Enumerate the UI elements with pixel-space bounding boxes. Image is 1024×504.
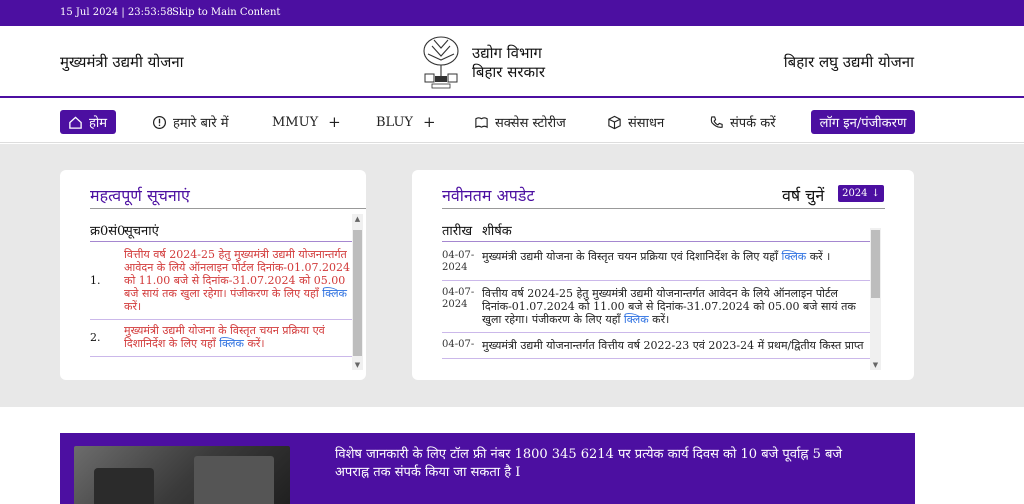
- mmuy-title-link[interactable]: मुख्यमंत्री उद्यमी योजना: [60, 52, 184, 72]
- divider: [442, 208, 885, 209]
- notices-col-notice: सूचनाएं: [124, 224, 159, 239]
- updates-list[interactable]: 04-07-2024 मुख्यमंत्री उद्यमी योजना के व…: [442, 244, 870, 370]
- update-body: मुख्यमंत्री उद्यमी योजना के विस्तृत चयन …: [482, 250, 778, 263]
- helpline-photo: [74, 446, 290, 504]
- update-text: वित्तीय वर्ष 2024-25 हेतु मुख्यमंत्री उद…: [482, 287, 870, 326]
- update-body: मुख्यमंत्री उद्यमी योजनान्तर्गत वित्तीय …: [482, 339, 864, 352]
- logo-line-government: बिहार सरकार: [472, 63, 546, 81]
- logo-text: उद्योग विभाग बिहार सरकार: [472, 44, 545, 82]
- update-click-link[interactable]: क्लिक: [781, 250, 806, 263]
- notice-text: मुख्यमंत्री उद्यमी योजना के विस्तृत चयन …: [124, 324, 352, 350]
- bihar-udyog-logo[interactable]: उद्योग विभाग बिहार सरकार: [420, 34, 555, 92]
- update-date: 04-07-: [442, 339, 475, 350]
- notice-suffix: करें।: [247, 337, 265, 350]
- notices-col-num: क्र0सं0: [90, 224, 126, 239]
- nav-resources-label: संसाधन: [628, 116, 665, 131]
- top-bar: 15 Jul 2024 | 23:53:58 Skip to Main Cont…: [0, 0, 1024, 26]
- phone-icon: [710, 115, 723, 128]
- updates-col-title: शीर्षक: [482, 224, 512, 239]
- year-select-label: वर्ष चुनें: [782, 186, 825, 205]
- update-suffix: करें।: [652, 313, 670, 326]
- arrow-down-icon: ↓: [871, 188, 880, 199]
- info-icon: [152, 115, 167, 129]
- important-notices-card: महत्वपूर्ण सूचनाएं क्र0सं0 सूचनाएं 1. वि…: [60, 170, 366, 380]
- nav-home-label: होम: [89, 116, 108, 131]
- login-register-button[interactable]: लॉग इन/पंजीकरण: [811, 110, 915, 134]
- nav-about-label: हमारे बारे में: [173, 116, 229, 131]
- divider: [90, 241, 352, 242]
- updates-title: नवीनतम अपडेट: [442, 186, 535, 205]
- list-item: 1. वित्तीय वर्ष 2024-25 हेतु मुख्यमंत्री…: [90, 244, 352, 320]
- update-date: 04-07-2024: [442, 287, 475, 310]
- helpline-text: विशेष जानकारी के लिए टॉल फ्री नंबर 1800 …: [335, 447, 843, 480]
- nav-contact-label: संपर्क करें: [730, 116, 776, 131]
- notice-body: वित्तीय वर्ष 2024-25 हेतु मुख्यमंत्री उद…: [124, 248, 350, 300]
- plus-icon: +: [328, 113, 341, 131]
- nav-about[interactable]: हमारे बारे में: [152, 110, 229, 134]
- scroll-up-arrow-icon[interactable]: ▲: [352, 214, 363, 224]
- notice-click-link[interactable]: क्लिक: [219, 337, 244, 350]
- notices-title: महत्वपूर्ण सूचनाएं: [90, 186, 190, 205]
- list-item: 04-07-2024 मुख्यमंत्री उद्यमी योजना के व…: [442, 244, 870, 281]
- year-select-value: 2024: [842, 188, 868, 199]
- logo-line-department: उद्योग विभाग: [472, 44, 542, 62]
- notice-click-link[interactable]: क्लिक: [322, 287, 347, 300]
- bluy-title-link[interactable]: बिहार लघु उद्यमी योजना: [784, 52, 914, 72]
- year-select[interactable]: 2024 ↓: [838, 185, 884, 202]
- notice-text: वित्तीय वर्ष 2024-25 हेतु मुख्यमंत्री उद…: [124, 248, 352, 313]
- update-text: मुख्यमंत्री उद्यमी योजनान्तर्गत वित्तीय …: [482, 339, 864, 352]
- divider: [442, 241, 870, 242]
- helpline-banner: विशेष जानकारी के लिए टॉल फ्री नंबर 1800 …: [60, 433, 915, 504]
- nav-bluy[interactable]: BLUY +: [376, 110, 436, 134]
- updates-scrollbar[interactable]: ▼: [870, 228, 881, 370]
- nav-home[interactable]: होम: [60, 110, 116, 134]
- scrollbar-thumb[interactable]: [871, 230, 880, 298]
- nav-success-stories[interactable]: सक्सेस स्टोरीज: [474, 110, 566, 134]
- nav-mmuy-label: MMUY: [272, 114, 319, 130]
- nav-success-label: सक्सेस स्टोरीज: [495, 116, 566, 131]
- site-header: मुख्यमंत्री उद्यमी योजना उद्योग विभाग बि…: [0, 26, 1024, 98]
- notices-scrollbar[interactable]: ▲ ▼: [352, 214, 363, 370]
- notice-suffix: करें।: [124, 300, 142, 313]
- photo-shape: [194, 456, 274, 504]
- divider: [90, 208, 366, 209]
- update-suffix: करें ।: [809, 250, 831, 263]
- list-item: 2. मुख्यमंत्री उद्यमी योजना के विस्तृत च…: [90, 320, 352, 357]
- skip-to-main-content-link[interactable]: Skip to Main Content: [172, 7, 280, 18]
- nav-bluy-label: BLUY: [376, 114, 414, 130]
- latest-updates-card: नवीनतम अपडेट वर्ष चुनें 2024 ↓ तारीख शीर…: [412, 170, 914, 380]
- notice-number: 1.: [90, 274, 101, 287]
- plus-icon: +: [423, 113, 436, 131]
- scroll-down-arrow-icon[interactable]: ▼: [352, 360, 363, 370]
- update-date: 04-07-2024: [442, 250, 475, 273]
- bodhi-tree-emblem-icon: [423, 36, 459, 89]
- scrollbar-thumb[interactable]: [353, 230, 362, 356]
- photo-shape: [94, 468, 154, 504]
- nav-mmuy[interactable]: MMUY +: [272, 110, 341, 134]
- notice-number: 2.: [90, 330, 101, 344]
- nav-contact[interactable]: संपर्क करें: [709, 110, 776, 134]
- updates-col-date: तारीख: [442, 224, 473, 239]
- notices-list[interactable]: 1. वित्तीय वर्ष 2024-25 हेतु मुख्यमंत्री…: [90, 244, 352, 370]
- main-content: महत्वपूर्ण सूचनाएं क्र0सं0 सूचनाएं 1. वि…: [0, 144, 1024, 407]
- main-nav: होम हमारे बारे में MMUY + BLUY + सक्सेस …: [0, 100, 1024, 143]
- update-click-link[interactable]: क्लिक: [624, 313, 649, 326]
- nav-resources[interactable]: संसाधन: [607, 110, 664, 134]
- cube-icon: [608, 115, 621, 129]
- list-item: 04-07-2024 वित्तीय वर्ष 2024-25 हेतु मुख…: [442, 281, 870, 333]
- update-text: मुख्यमंत्री उद्यमी योजना के विस्तृत चयन …: [482, 250, 830, 274]
- home-icon: [69, 115, 82, 129]
- book-icon: [475, 116, 488, 128]
- scroll-down-arrow-icon[interactable]: ▼: [870, 360, 881, 370]
- datetime-display: 15 Jul 2024 | 23:53:58: [60, 7, 173, 18]
- list-item: 04-07- मुख्यमंत्री उद्यमी योजनान्तर्गत व…: [442, 333, 870, 359]
